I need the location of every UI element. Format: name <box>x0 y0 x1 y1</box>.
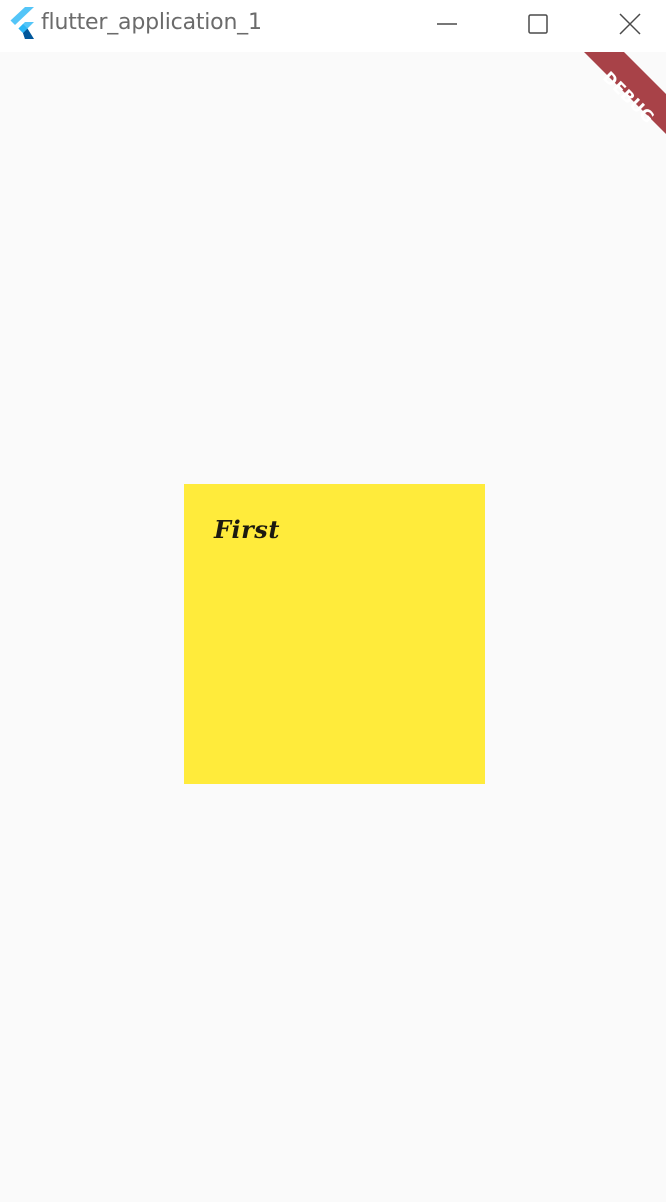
app-content: First <box>0 52 666 1202</box>
close-icon <box>619 13 641 35</box>
flutter-logo-icon <box>10 7 34 39</box>
minimize-icon <box>437 23 457 25</box>
maximize-icon <box>528 14 548 34</box>
card-label: First <box>214 515 280 544</box>
yellow-card: First <box>184 484 485 784</box>
title-bar[interactable]: flutter_application_1 <box>0 0 666 52</box>
maximize-button[interactable] <box>492 0 584 48</box>
app-window: flutter_application_1 First DEBUG <box>0 0 666 1202</box>
window-title: flutter_application_1 <box>41 10 262 35</box>
close-button[interactable] <box>584 0 666 48</box>
minimize-button[interactable] <box>401 0 493 48</box>
